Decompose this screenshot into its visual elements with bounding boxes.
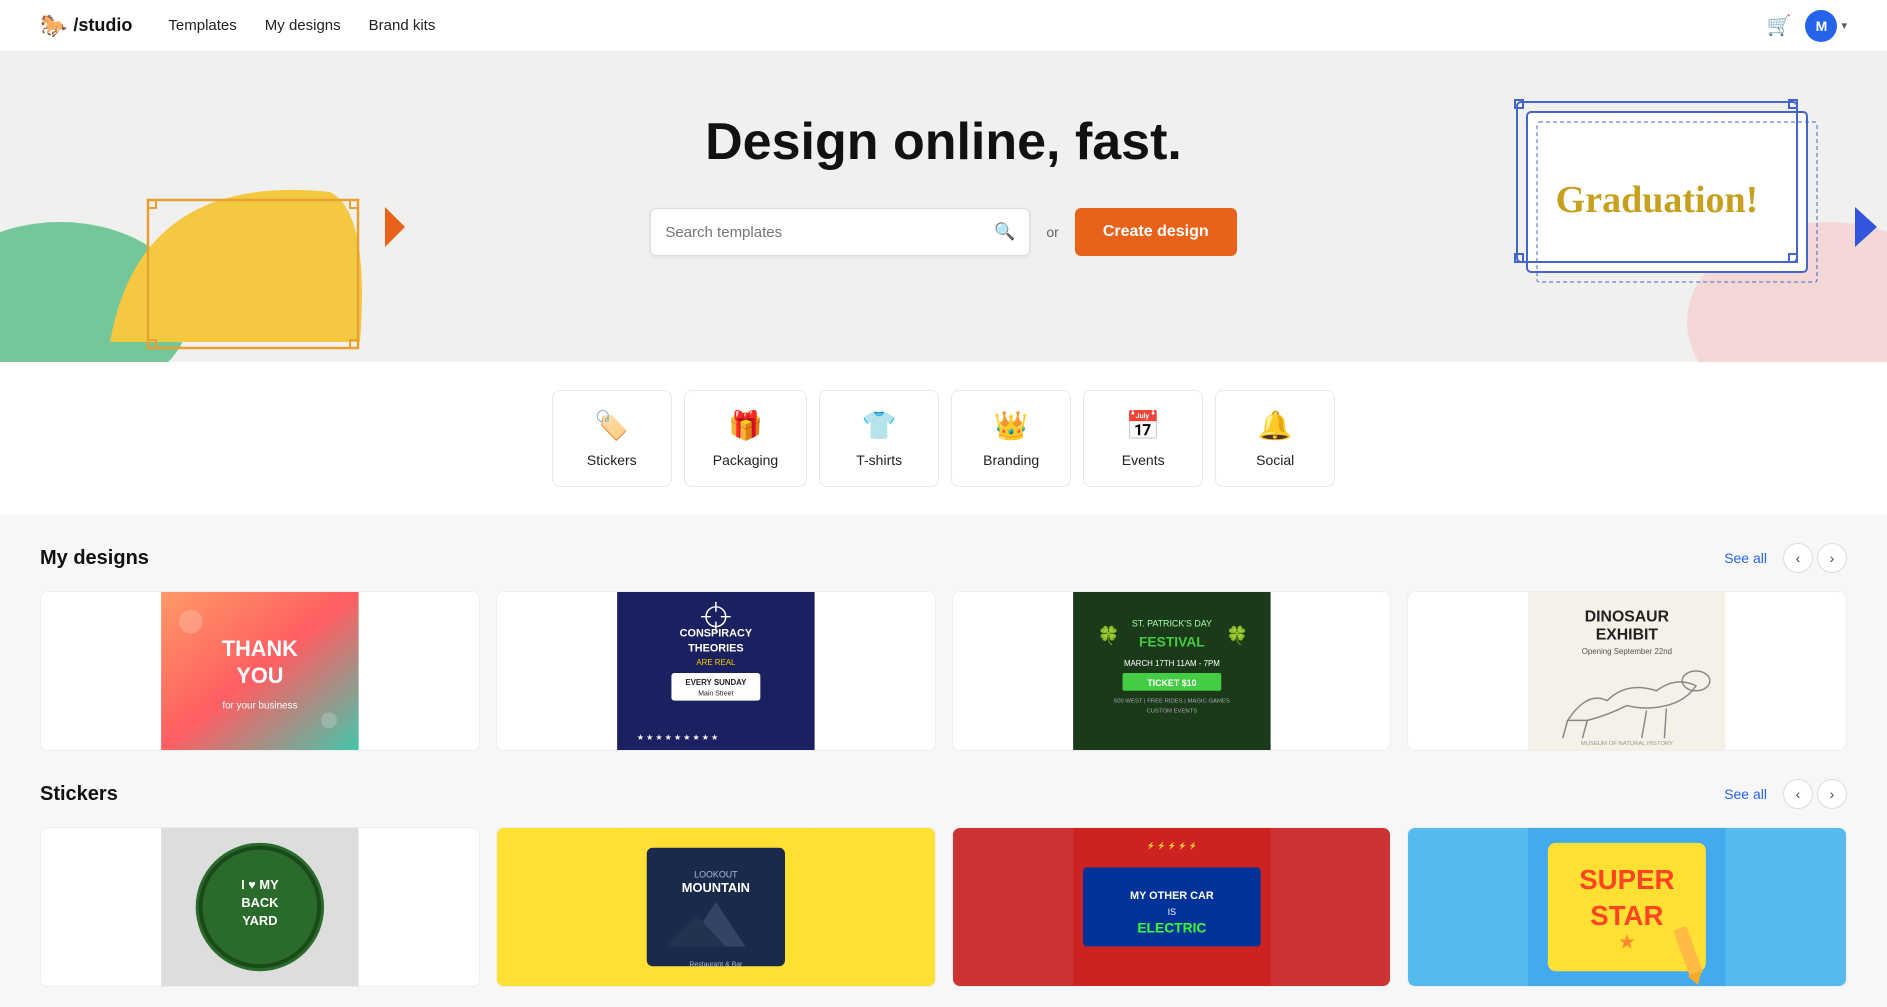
social-label: Social bbox=[1256, 452, 1294, 468]
svg-text:EXHIBIT: EXHIBIT bbox=[1596, 626, 1659, 643]
sticker-card-3[interactable]: MY OTHER CAR IS ELECTRIC ⚡ ⚡ ⚡ ⚡ ⚡ bbox=[952, 827, 1392, 987]
design-card-2[interactable]: CONSPIRACY THEORIES ARE REAL EVERY SUNDA… bbox=[496, 591, 936, 751]
tshirts-icon: 👕 bbox=[862, 409, 897, 442]
my-designs-cards: THANK YOU for your business CONSPIRACY T… bbox=[40, 591, 1847, 751]
category-stickers[interactable]: 🏷️ Stickers bbox=[552, 390, 672, 487]
search-box: 🔍 bbox=[650, 208, 1030, 256]
hero-search-row: 🔍 or Create design bbox=[0, 208, 1887, 256]
my-designs-prev-arrow[interactable]: ‹ bbox=[1783, 543, 1813, 573]
svg-text:YOU: YOU bbox=[236, 663, 283, 688]
packaging-icon: 🎁 bbox=[728, 409, 763, 442]
logo[interactable]: 🐎 /studio bbox=[40, 13, 132, 39]
design-card-3[interactable]: ST. PATRICK'S DAY FESTIVAL MARCH 17TH 11… bbox=[952, 591, 1392, 751]
svg-text:MY OTHER CAR: MY OTHER CAR bbox=[1130, 890, 1214, 902]
svg-text:I ♥ MY: I ♥ MY bbox=[241, 877, 279, 892]
categories-row: 🏷️ Stickers 🎁 Packaging 👕 T-shirts 👑 Bra… bbox=[0, 362, 1887, 515]
logo-text: /studio bbox=[73, 15, 132, 36]
svg-text:★ ★ ★ ★ ★ ★ ★ ★ ★: ★ ★ ★ ★ ★ ★ ★ ★ ★ bbox=[637, 733, 718, 742]
nav-templates[interactable]: Templates bbox=[168, 17, 236, 34]
nav-right: 🛒 M ▾ bbox=[1767, 10, 1847, 42]
category-tshirts[interactable]: 👕 T-shirts bbox=[819, 390, 939, 487]
stickers-title: Stickers bbox=[40, 783, 1724, 806]
branding-icon: 👑 bbox=[994, 409, 1029, 442]
my-designs-section: My designs See all ‹ › THANK YOU for you… bbox=[0, 515, 1887, 761]
cart-icon[interactable]: 🛒 bbox=[1767, 13, 1792, 38]
stickers-see-all[interactable]: See all bbox=[1724, 786, 1767, 802]
svg-text:⚡ ⚡ ⚡ ⚡ ⚡: ⚡ ⚡ ⚡ ⚡ ⚡ bbox=[1146, 841, 1197, 850]
design-card-4[interactable]: DINOSAUR EXHIBIT Opening September 22nd … bbox=[1407, 591, 1847, 751]
svg-text:FESTIVAL: FESTIVAL bbox=[1139, 633, 1205, 649]
chevron-down-icon: ▾ bbox=[1841, 19, 1847, 32]
create-design-button[interactable]: Create design bbox=[1075, 208, 1237, 256]
svg-text:IS: IS bbox=[1167, 907, 1175, 917]
events-label: Events bbox=[1122, 452, 1165, 468]
svg-text:LOOKOUT: LOOKOUT bbox=[694, 869, 738, 879]
nav-my-designs[interactable]: My designs bbox=[265, 17, 341, 34]
stickers-prev-arrow[interactable]: ‹ bbox=[1783, 779, 1813, 809]
svg-text:🍀: 🍀 bbox=[1097, 624, 1119, 645]
design-card-1[interactable]: THANK YOU for your business bbox=[40, 591, 480, 751]
logo-icon: 🐎 bbox=[40, 13, 67, 39]
sticker-card-2[interactable]: LOOKOUT MOUNTAIN Restaurant & Bar bbox=[496, 827, 936, 987]
navbar: 🐎 /studio Templates My designs Brand kit… bbox=[0, 0, 1887, 52]
svg-text:500 WEST | FREE RIDES | MAGIC: 500 WEST | FREE RIDES | MAGIC GAMES bbox=[1113, 699, 1229, 705]
category-social[interactable]: 🔔 Social bbox=[1215, 390, 1335, 487]
svg-text:EVERY SUNDAY: EVERY SUNDAY bbox=[685, 678, 747, 687]
category-packaging[interactable]: 🎁 Packaging bbox=[684, 390, 807, 487]
svg-text:YARD: YARD bbox=[242, 913, 277, 928]
or-text: or bbox=[1046, 224, 1058, 240]
stickers-label: Stickers bbox=[587, 452, 637, 468]
svg-text:BACK: BACK bbox=[241, 895, 279, 910]
hero-deco-left bbox=[0, 52, 420, 362]
svg-text:MOUNTAIN: MOUNTAIN bbox=[682, 880, 750, 895]
stickers-icon: 🏷️ bbox=[594, 409, 629, 442]
stickers-header: Stickers See all ‹ › bbox=[40, 779, 1847, 809]
hero-headline: Design online, fast. bbox=[0, 112, 1887, 172]
svg-text:THEORIES: THEORIES bbox=[688, 642, 744, 654]
my-designs-title: My designs bbox=[40, 547, 1724, 570]
svg-text:ST. PATRICK'S DAY: ST. PATRICK'S DAY bbox=[1131, 619, 1211, 629]
stickers-cards: I ♥ MY BACK YARD LOOKOUT MOUNTAIN Restau… bbox=[40, 827, 1847, 987]
social-icon: 🔔 bbox=[1258, 409, 1293, 442]
avatar: M bbox=[1805, 10, 1837, 42]
sticker-card-1[interactable]: I ♥ MY BACK YARD bbox=[40, 827, 480, 987]
svg-text:SUPER: SUPER bbox=[1580, 864, 1675, 895]
sticker-card-4[interactable]: SUPER STAR ★ bbox=[1407, 827, 1847, 987]
svg-text:MUSEUM OF NATURAL HISTORY: MUSEUM OF NATURAL HISTORY bbox=[1581, 741, 1673, 747]
stickers-next-arrow[interactable]: › bbox=[1817, 779, 1847, 809]
hero-section: Graduation! Design online, fast. 🔍 or Cr… bbox=[0, 52, 1887, 362]
svg-text:CUSTOM EVENTS: CUSTOM EVENTS bbox=[1146, 708, 1197, 714]
tshirts-label: T-shirts bbox=[856, 452, 902, 468]
svg-text:Main Street: Main Street bbox=[698, 691, 733, 698]
svg-text:Restaurant & Bar: Restaurant & Bar bbox=[689, 961, 743, 968]
svg-text:MARCH 17TH 11AM - 7PM: MARCH 17TH 11AM - 7PM bbox=[1123, 659, 1219, 668]
svg-text:DINOSAUR: DINOSAUR bbox=[1585, 609, 1670, 626]
search-input[interactable] bbox=[665, 224, 994, 241]
svg-text:for your business: for your business bbox=[222, 701, 297, 712]
nav-links: Templates My designs Brand kits bbox=[168, 17, 1766, 34]
svg-text:THANK: THANK bbox=[222, 636, 298, 661]
svg-text:ARE REAL: ARE REAL bbox=[696, 658, 736, 667]
events-icon: 📅 bbox=[1126, 409, 1161, 442]
my-designs-next-arrow[interactable]: › bbox=[1817, 543, 1847, 573]
my-designs-header: My designs See all ‹ › bbox=[40, 543, 1847, 573]
category-branding[interactable]: 👑 Branding bbox=[951, 390, 1071, 487]
svg-text:TICKET $10: TICKET $10 bbox=[1147, 678, 1196, 688]
my-designs-see-all[interactable]: See all bbox=[1724, 550, 1767, 566]
search-icon: 🔍 bbox=[994, 222, 1015, 242]
stickers-section: Stickers See all ‹ › I ♥ MY BACK YARD LO… bbox=[0, 761, 1887, 1007]
nav-brand-kits[interactable]: Brand kits bbox=[369, 17, 436, 34]
svg-text:STAR: STAR bbox=[1591, 900, 1664, 931]
user-menu[interactable]: M ▾ bbox=[1805, 10, 1847, 42]
category-events[interactable]: 📅 Events bbox=[1083, 390, 1203, 487]
svg-text:★: ★ bbox=[1618, 931, 1636, 953]
svg-text:Opening September 22nd: Opening September 22nd bbox=[1582, 647, 1672, 656]
branding-label: Branding bbox=[983, 452, 1039, 468]
hero-deco-right: Graduation! bbox=[1407, 52, 1887, 362]
packaging-label: Packaging bbox=[713, 452, 778, 468]
svg-text:🍀: 🍀 bbox=[1226, 624, 1248, 645]
